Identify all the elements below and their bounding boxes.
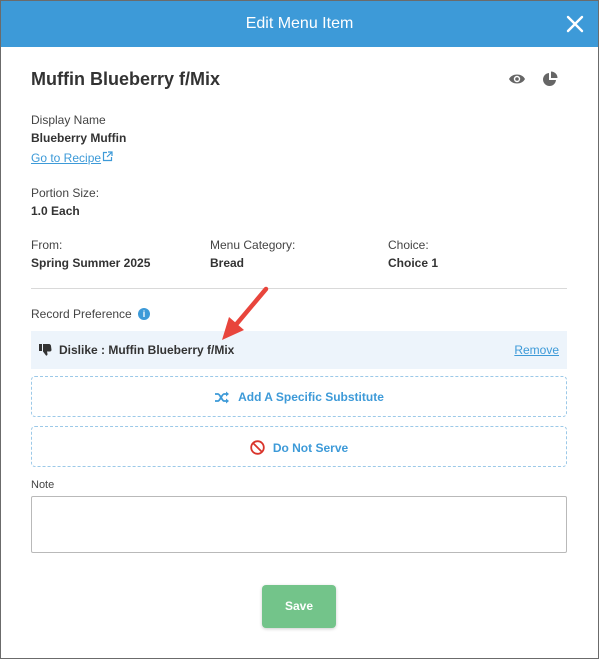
remove-preference-link[interactable]: Remove	[514, 343, 559, 357]
item-title: Muffin Blueberry f/Mix	[31, 69, 221, 89]
modal-header: Edit Menu Item	[1, 1, 598, 47]
portion-size-value: 1.0 Each	[31, 204, 80, 218]
preference-entry-text: Dislike : Muffin Blueberry f/Mix	[59, 343, 235, 357]
do-not-serve-label: Do Not Serve	[272, 441, 349, 455]
modal-title: Edit Menu Item	[245, 15, 354, 32]
external-link-icon[interactable]	[102, 151, 113, 162]
menu-category-label: Menu Category:	[210, 238, 296, 252]
note-label: Note	[31, 479, 55, 491]
preference-entry: Dislike : Muffin Blueberry f/Mix Remove	[31, 331, 567, 369]
display-name-value: Blueberry Muffin	[31, 131, 127, 145]
record-preference-label: Record Preference	[31, 307, 132, 321]
thumbs-down-icon	[39, 344, 52, 356]
close-icon[interactable]	[566, 15, 584, 33]
save-button[interactable]: Save	[262, 585, 336, 628]
eye-icon[interactable]	[508, 72, 526, 86]
edit-menu-item-modal	[0, 0, 599, 659]
note-textarea[interactable]	[31, 496, 567, 553]
info-icon[interactable]: i	[138, 308, 150, 320]
pie-chart-icon[interactable]	[542, 71, 558, 87]
go-to-recipe-link[interactable]: Go to Recipe	[31, 151, 101, 165]
do-not-serve-button[interactable]: Do Not Serve	[31, 426, 567, 467]
menu-category-value: Bread	[210, 256, 245, 270]
from-value: Spring Summer 2025	[31, 256, 151, 270]
shuffle-icon	[215, 391, 230, 404]
display-name-label: Display Name	[31, 113, 106, 127]
from-label: From:	[31, 238, 63, 252]
choice-value: Choice 1	[388, 256, 439, 270]
choice-label: Choice:	[388, 238, 429, 252]
prohibited-icon	[250, 440, 265, 455]
portion-size-label: Portion Size:	[31, 186, 100, 200]
add-substitute-button[interactable]: Add A Specific Substitute	[31, 376, 567, 417]
add-substitute-label: Add A Specific Substitute	[238, 390, 384, 404]
annotation-arrow-icon	[222, 286, 269, 340]
section-divider	[31, 288, 567, 289]
